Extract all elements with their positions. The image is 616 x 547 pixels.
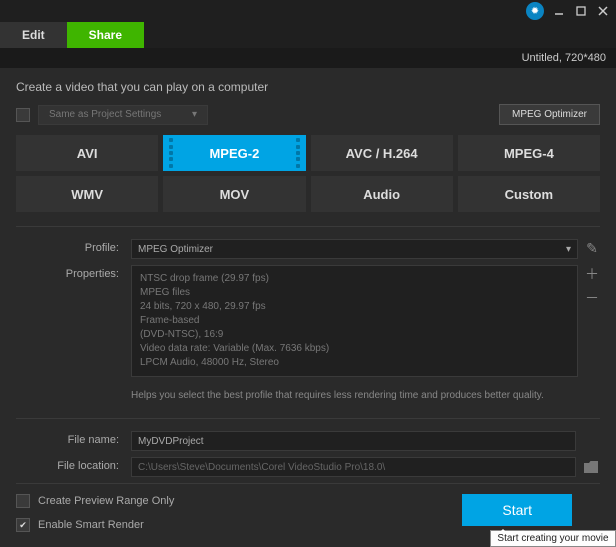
panel-heading: Create a video that you can play on a co…: [16, 80, 600, 94]
document-title: Untitled, 720*480: [522, 52, 606, 64]
start-tooltip: Start creating your movie: [490, 530, 615, 547]
add-icon[interactable]: ＋: [585, 267, 599, 281]
profile-helper-text: Helps you select the best profile that r…: [131, 383, 544, 412]
prop-line: MPEG files: [140, 286, 569, 300]
filename-label: File name:: [16, 431, 131, 446]
properties-label: Properties:: [16, 265, 131, 280]
filmstrip-icon: [293, 135, 303, 171]
prop-line: Frame-based: [140, 314, 569, 328]
filelocation-label: File location:: [16, 457, 131, 472]
smart-render-label: Enable Smart Render: [38, 519, 144, 531]
format-audio[interactable]: Audio: [311, 176, 453, 212]
main-tabs: Edit Share: [0, 22, 616, 48]
filelocation-input[interactable]: C:\Users\Steve\Documents\Corel VideoStud…: [131, 457, 576, 477]
close-icon[interactable]: [596, 4, 610, 18]
profile-section: Profile: MPEG Optimizer ▾ ✎ Properties: …: [16, 226, 600, 412]
filename-value: MyDVDProject: [138, 436, 204, 447]
prop-line: (DVD-NTSC), 16:9: [140, 328, 569, 342]
filmstrip-icon: [166, 135, 176, 171]
format-mpeg4[interactable]: MPEG-4: [458, 135, 600, 171]
profile-label: Profile:: [16, 239, 131, 254]
profile-value: MPEG Optimizer: [138, 244, 213, 255]
preview-range-check[interactable]: Create Preview Range Only: [16, 494, 174, 508]
browse-folder-icon[interactable]: [582, 457, 600, 477]
mpeg-optimizer-button[interactable]: MPEG Optimizer: [499, 104, 600, 125]
chevron-down-icon: ▾: [192, 109, 197, 120]
file-section: File name: MyDVDProject File location: C…: [16, 418, 600, 477]
format-wmv[interactable]: WMV: [16, 176, 158, 212]
prop-line: 24 bits, 720 x 480, 29.97 fps: [140, 300, 569, 314]
minimize-icon[interactable]: [552, 4, 566, 18]
remove-icon[interactable]: －: [585, 291, 599, 305]
help-icon[interactable]: ✹: [526, 2, 544, 20]
filelocation-value: C:\Users\Steve\Documents\Corel VideoStud…: [138, 462, 385, 473]
prop-line: Video data rate: Variable (Max. 7636 kbp…: [140, 342, 569, 356]
prop-line: LPCM Audio, 48000 Hz, Stereo: [140, 356, 569, 370]
same-as-project-checkbox[interactable]: [16, 108, 30, 122]
format-mpeg2-label: MPEG-2: [209, 146, 259, 161]
checkbox-icon: [16, 494, 30, 508]
document-info-bar: Untitled, 720*480: [0, 48, 616, 68]
edit-profile-icon[interactable]: ✎: [586, 241, 598, 255]
same-as-project-label: Same as Project Settings: [49, 109, 161, 120]
prop-line: NTSC drop frame (29.97 fps): [140, 272, 569, 286]
preview-range-label: Create Preview Range Only: [38, 495, 174, 507]
format-avc[interactable]: AVC / H.264: [311, 135, 453, 171]
chevron-down-icon: ▾: [566, 244, 571, 255]
checkbox-icon: [16, 518, 30, 532]
format-grid: AVI MPEG-2 AVC / H.264 MPEG-4 WMV MOV Au…: [16, 135, 600, 212]
format-mpeg2[interactable]: MPEG-2: [163, 135, 305, 171]
profile-select[interactable]: MPEG Optimizer ▾: [131, 239, 578, 259]
tab-edit[interactable]: Edit: [0, 22, 67, 48]
filename-input[interactable]: MyDVDProject: [131, 431, 576, 451]
title-bar: ✹: [0, 0, 616, 22]
tab-share[interactable]: Share: [67, 22, 144, 48]
properties-box: NTSC drop frame (29.97 fps) MPEG files 2…: [131, 265, 578, 377]
maximize-icon[interactable]: [574, 4, 588, 18]
format-mov[interactable]: MOV: [163, 176, 305, 212]
format-avi[interactable]: AVI: [16, 135, 158, 171]
share-panel: Create a video that you can play on a co…: [0, 68, 616, 540]
format-custom[interactable]: Custom: [458, 176, 600, 212]
start-button[interactable]: Start: [462, 494, 572, 526]
smart-render-check[interactable]: Enable Smart Render: [16, 518, 174, 532]
same-as-project-dropdown: Same as Project Settings ▾: [38, 105, 208, 125]
